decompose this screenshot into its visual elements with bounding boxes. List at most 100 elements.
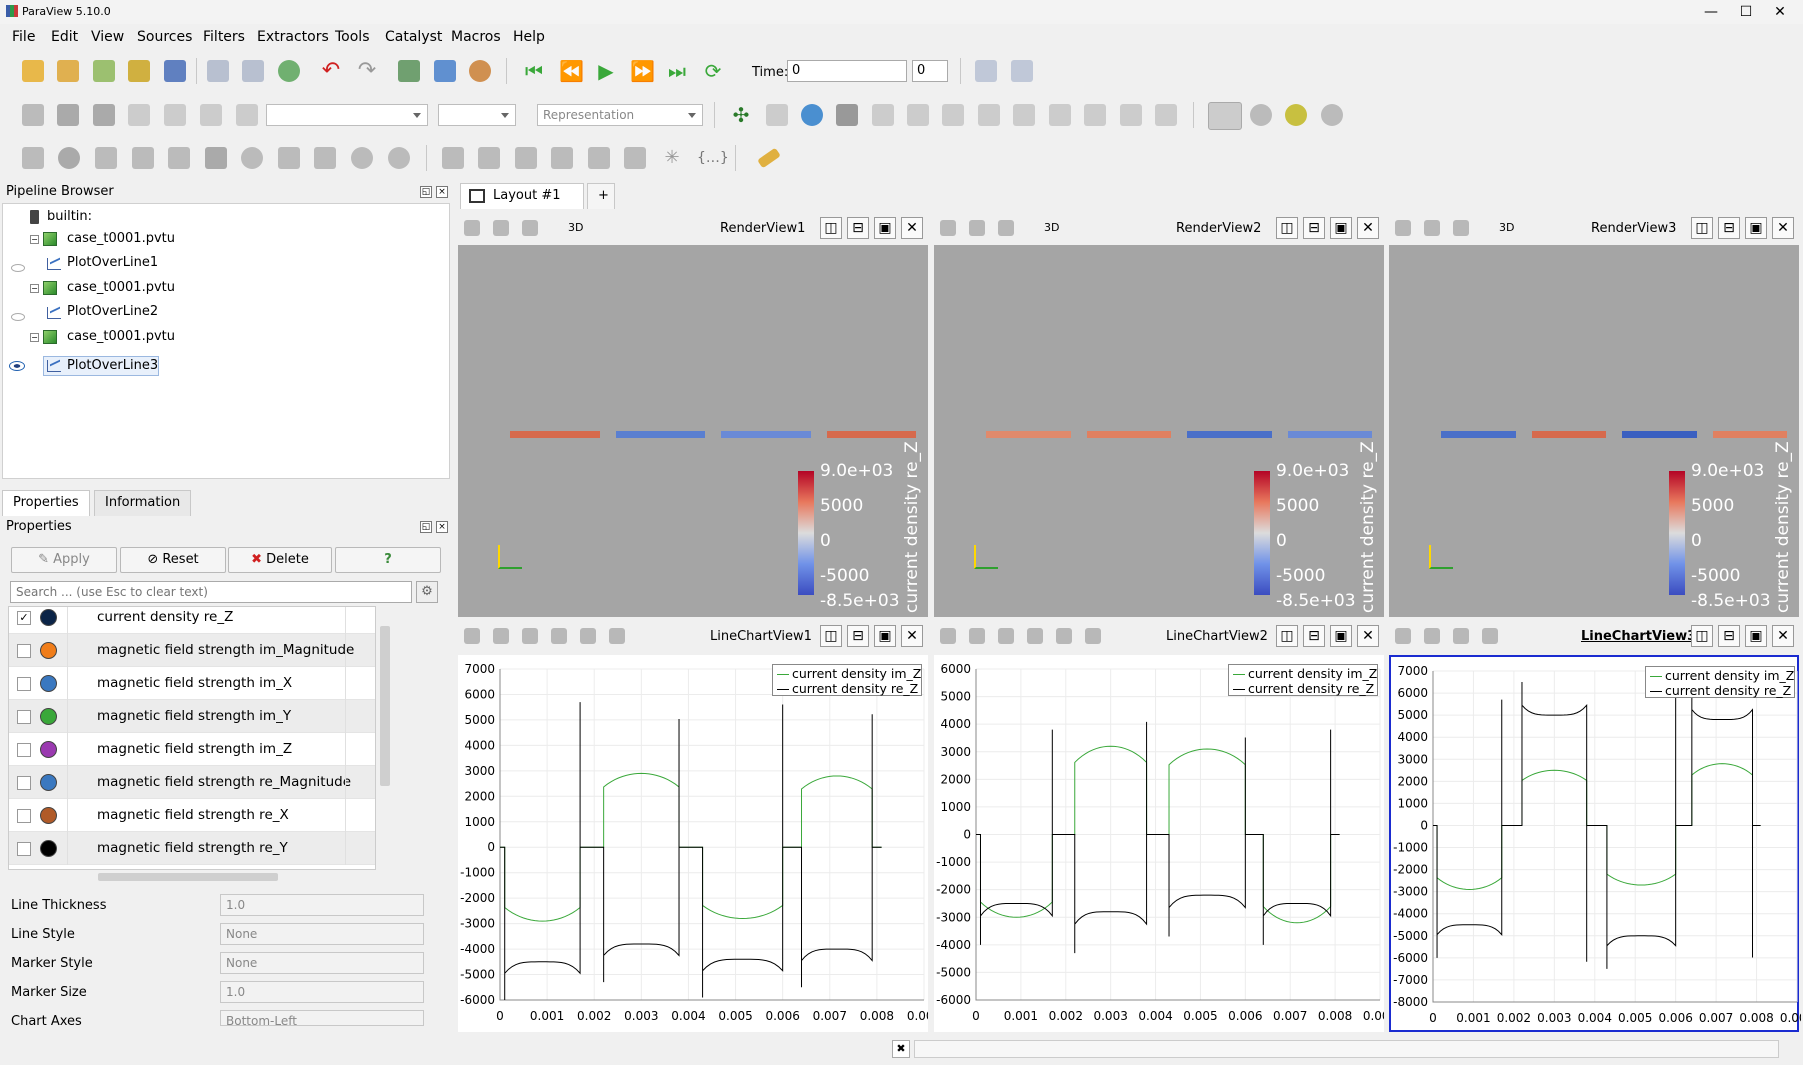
- maximize-view-icon[interactable]: ▣: [1745, 625, 1767, 647]
- menu-extractors[interactable]: Extractors: [257, 29, 329, 45]
- close-view-icon[interactable]: ✕: [1357, 217, 1379, 239]
- tree-item-case3[interactable]: case_t0001.pvtu: [67, 327, 175, 347]
- contour-icon[interactable]: [58, 147, 80, 169]
- plot-over-line-icon[interactable]: [478, 147, 500, 169]
- color-palette-icon[interactable]: [469, 60, 491, 82]
- series-checkbox[interactable]: [17, 710, 31, 724]
- series-checkbox[interactable]: [17, 842, 31, 856]
- menu-file[interactable]: File: [12, 29, 35, 45]
- render-view-name[interactable]: RenderView1: [720, 221, 805, 236]
- series-row[interactable]: magnetic field strength im_X: [9, 667, 375, 700]
- line-chart[interactable]: 7000 6000 5000 4000 3000 2000 1000 0 -1000 -2000 -…: [1389, 655, 1801, 1032]
- series-checkbox[interactable]: [17, 677, 31, 691]
- split-vertical-icon[interactable]: ⊟: [1718, 217, 1740, 239]
- component-select[interactable]: [438, 104, 516, 126]
- find-data-icon[interactable]: [975, 60, 997, 82]
- menu-filters[interactable]: Filters: [203, 29, 245, 45]
- chart-axes-select[interactable]: Bottom-Left: [220, 1010, 424, 1026]
- interaction-mode-icon[interactable]: [801, 104, 823, 126]
- close-view-icon[interactable]: ✕: [901, 625, 923, 647]
- chart-view-name[interactable]: LineChartView3: [1581, 629, 1696, 644]
- python-shell-icon[interactable]: [434, 60, 456, 82]
- series-checkbox[interactable]: ✓: [17, 611, 31, 625]
- rescale-range-icon[interactable]: [236, 104, 258, 126]
- tab-layout[interactable]: Layout #1 ✕: [460, 183, 584, 227]
- color-by-select[interactable]: [266, 104, 428, 126]
- split-vertical-icon[interactable]: ⊟: [847, 217, 869, 239]
- time-input[interactable]: 0: [787, 60, 907, 82]
- line-chart[interactable]: 7000 6000 5000 4000 3000 2000 1000 0 -1000 -2000 -…: [458, 655, 928, 1032]
- toggle-3d-button[interactable]: 3D: [568, 221, 583, 234]
- series-checkbox[interactable]: [17, 776, 31, 790]
- split-vertical-icon[interactable]: ⊟: [847, 625, 869, 647]
- horizontal-scrollbar[interactable]: [8, 870, 376, 884]
- slice-icon[interactable]: [132, 147, 154, 169]
- rescale-custom-icon[interactable]: [128, 104, 150, 126]
- close-panel-icon[interactable]: ×: [436, 521, 448, 533]
- snowflake-icon[interactable]: ✳: [661, 147, 683, 169]
- split-horizontal-icon[interactable]: ◫: [1276, 217, 1298, 239]
- series-row[interactable]: magnetic field strength re_X: [9, 799, 375, 832]
- save-state-icon[interactable]: [207, 60, 229, 82]
- last-frame-icon[interactable]: ⏭: [666, 60, 688, 82]
- reset-button[interactable]: ⊘ Reset: [120, 547, 226, 573]
- view-tool-icon[interactable]: [998, 628, 1014, 644]
- tree-item-plot3-selected[interactable]: PlotOverLine3: [67, 356, 158, 376]
- close-view-icon[interactable]: ✕: [1357, 625, 1379, 647]
- view-tool-icon[interactable]: [940, 220, 956, 236]
- series-color-swatch[interactable]: [40, 642, 57, 659]
- group-datasets-icon[interactable]: [351, 147, 373, 169]
- undo-icon[interactable]: ↶: [320, 60, 342, 82]
- render-view-canvas[interactable]: 9.0e+03 5000 0 -5000 -8.5e+03 current density…: [934, 245, 1384, 617]
- view-minus-x-icon[interactable]: [942, 104, 964, 126]
- histogram-icon[interactable]: [515, 147, 537, 169]
- view-plus-y-icon[interactable]: [978, 104, 1000, 126]
- properties-scrollbar[interactable]: [427, 890, 439, 1026]
- rotate-plus-90-icon[interactable]: [1120, 104, 1142, 126]
- zoom-box-icon[interactable]: [836, 104, 858, 126]
- add-layout-button[interactable]: +: [587, 183, 615, 209]
- view-tool-icon[interactable]: [1395, 220, 1411, 236]
- warp-vector-icon[interactable]: [314, 147, 336, 169]
- series-color-swatch[interactable]: [40, 741, 57, 758]
- clip-icon[interactable]: [95, 147, 117, 169]
- series-color-swatch[interactable]: [40, 708, 57, 725]
- view-tool-icon[interactable]: [551, 628, 567, 644]
- series-color-swatch[interactable]: [40, 774, 57, 791]
- view-tool-icon[interactable]: [1085, 628, 1101, 644]
- tree-item-plot1[interactable]: PlotOverLine1: [67, 253, 158, 273]
- delete-button[interactable]: ✖ Delete: [228, 547, 332, 573]
- connect-icon[interactable]: [128, 60, 150, 82]
- undock-icon[interactable]: ◱: [420, 186, 432, 198]
- tree-item-case1[interactable]: case_t0001.pvtu: [67, 229, 175, 249]
- load-state-icon[interactable]: [242, 60, 264, 82]
- view-tool-icon[interactable]: [1395, 628, 1411, 644]
- chart-view-name[interactable]: LineChartView1: [710, 629, 812, 644]
- camera-link-icon[interactable]: [398, 60, 420, 82]
- glyph-icon[interactable]: [241, 147, 263, 169]
- marker-style-select[interactable]: None: [220, 952, 424, 974]
- render-view-canvas[interactable]: 9.0e+03 5000 0 -5000 -8.5e+03 current density…: [458, 245, 928, 617]
- zoom-to-data-icon[interactable]: [1011, 60, 1033, 82]
- view-tool-icon[interactable]: [998, 220, 1014, 236]
- view-plus-x-icon[interactable]: [907, 104, 929, 126]
- reset-range-icon[interactable]: [93, 104, 115, 126]
- series-color-swatch[interactable]: [40, 609, 57, 626]
- help-button[interactable]: ?: [335, 547, 441, 573]
- next-frame-icon[interactable]: ⏩: [630, 60, 655, 82]
- view-tool-icon[interactable]: [1424, 628, 1440, 644]
- timestep-spinbox[interactable]: 0: [912, 60, 948, 82]
- maximize-view-icon[interactable]: ▣: [1745, 217, 1767, 239]
- view-plus-z-icon[interactable]: [1049, 104, 1071, 126]
- zoom-closest-icon[interactable]: [766, 104, 788, 126]
- center-axes-icon[interactable]: [1208, 102, 1242, 130]
- maximize-view-icon[interactable]: ▣: [874, 217, 896, 239]
- rescale-temporal-icon[interactable]: [164, 104, 186, 126]
- view-tool-icon[interactable]: [1056, 628, 1072, 644]
- close-view-icon[interactable]: ✕: [1772, 217, 1794, 239]
- view-tool-icon[interactable]: [1453, 628, 1469, 644]
- series-row[interactable]: magnetic field strength im_Z: [9, 733, 375, 766]
- collapse-icon[interactable]: −: [30, 284, 39, 293]
- view-minus-z-icon[interactable]: [1084, 104, 1106, 126]
- series-color-swatch[interactable]: [40, 807, 57, 824]
